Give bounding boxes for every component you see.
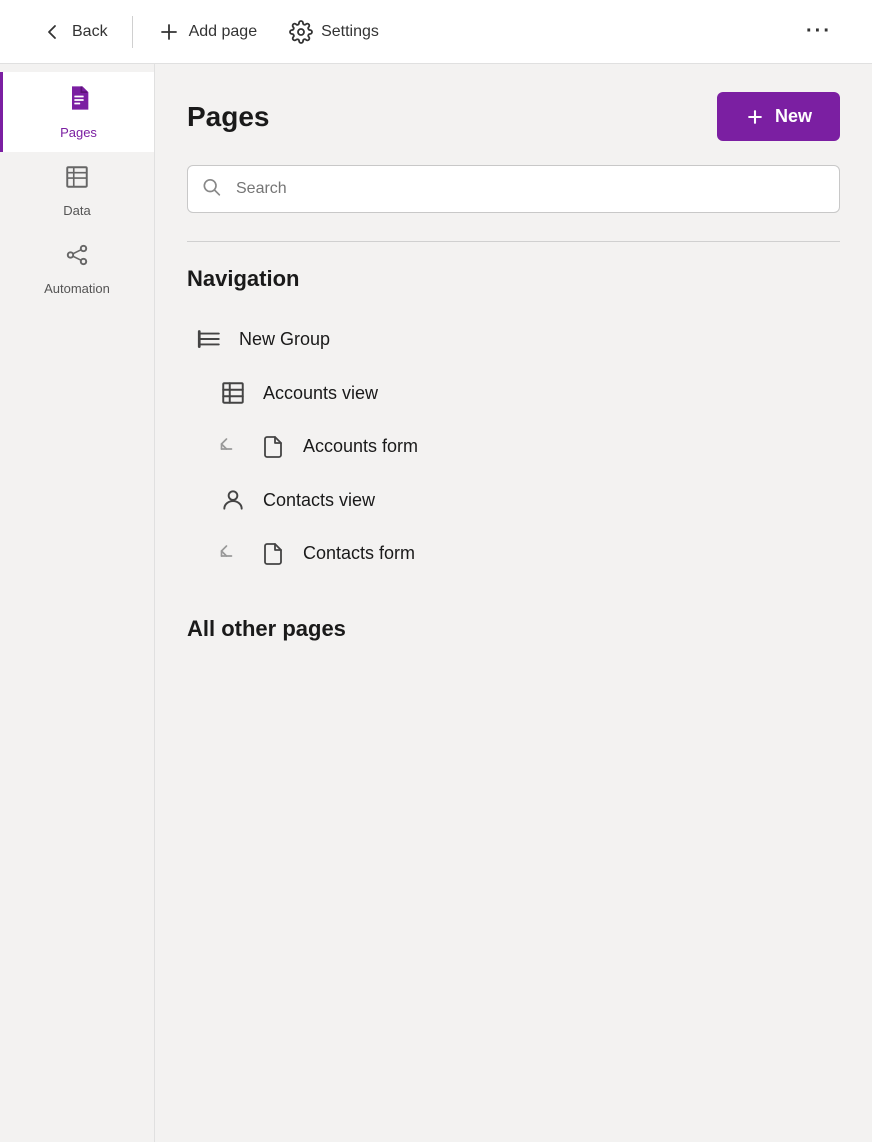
add-page-button[interactable]: Add page [141, 12, 274, 52]
nav-item-new-group[interactable]: New Group [187, 312, 840, 366]
nav-item-contacts-form[interactable]: Contacts form [187, 527, 840, 580]
settings-button[interactable]: Settings [273, 12, 395, 52]
toolbar-divider [132, 16, 133, 48]
sidebar-item-data-label: Data [63, 203, 90, 218]
settings-icon [289, 20, 313, 44]
sidebar-item-pages-label: Pages [60, 125, 97, 140]
nav-item-accounts-view[interactable]: Accounts view [187, 366, 840, 420]
new-button[interactable]: New [717, 92, 840, 141]
pages-icon [65, 84, 93, 119]
new-plus-icon [745, 107, 765, 127]
accounts-view-icon [219, 380, 247, 406]
contacts-view-icon [219, 487, 247, 513]
navigation-heading: Navigation [187, 266, 840, 292]
search-container [187, 165, 840, 213]
sidebar-item-automation-label: Automation [44, 281, 110, 296]
nav-item-contacts-view[interactable]: Contacts view [187, 473, 840, 527]
back-label: Back [72, 23, 108, 41]
settings-label: Settings [321, 23, 379, 41]
sub-arrow-accounts-form [219, 434, 239, 459]
nav-item-new-group-label: New Group [239, 329, 330, 350]
sidebar-item-pages[interactable]: Pages [0, 72, 154, 152]
sidebar-item-data[interactable]: Data [0, 152, 154, 230]
new-button-label: New [775, 106, 812, 127]
nav-item-contacts-view-label: Contacts view [263, 490, 375, 511]
navigation-group: New Group Accounts view [187, 312, 840, 580]
more-button[interactable]: ··· [790, 12, 848, 51]
back-button[interactable]: Back [24, 12, 124, 52]
all-other-pages-heading: All other pages [187, 616, 840, 642]
page-title: Pages [187, 101, 270, 133]
group-icon [195, 326, 223, 352]
top-toolbar: Back Add page Settings ··· [0, 0, 872, 64]
content-area: Pages New Navigation [155, 64, 872, 1142]
search-icon [201, 177, 221, 202]
contacts-form-icon [259, 542, 287, 566]
more-label: ··· [806, 20, 832, 43]
accounts-form-icon [259, 435, 287, 459]
data-icon [64, 164, 90, 197]
nav-item-accounts-form[interactable]: Accounts form [187, 420, 840, 473]
sidebar: Pages Data [0, 64, 155, 1142]
sub-arrow-contacts-form [219, 541, 239, 566]
back-icon [40, 20, 64, 44]
search-input[interactable] [187, 165, 840, 213]
plus-icon [157, 20, 181, 44]
nav-item-accounts-view-label: Accounts view [263, 383, 378, 404]
sidebar-item-automation[interactable]: Automation [0, 230, 154, 308]
automation-icon [64, 242, 90, 275]
nav-item-contacts-form-label: Contacts form [303, 543, 415, 564]
content-header: Pages New [187, 92, 840, 141]
nav-item-accounts-form-label: Accounts form [303, 436, 418, 457]
section-divider [187, 241, 840, 242]
main-layout: Pages Data [0, 64, 872, 1142]
add-page-label: Add page [189, 23, 258, 41]
